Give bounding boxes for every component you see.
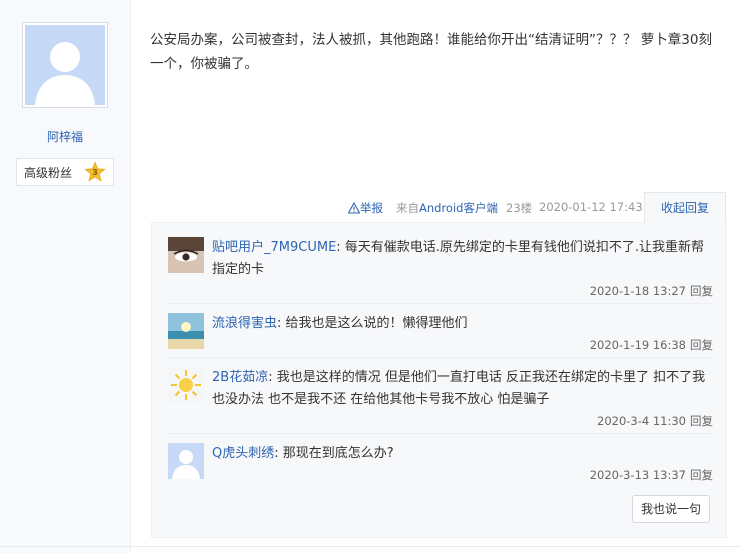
list-item: 流浪得害虫: 给我也是这么说的！懒得理他们 2020-1-19 16:38 回复: [168, 313, 713, 355]
photo-eye-avatar[interactable]: [168, 237, 204, 273]
reply-text: 流浪得害虫: 给我也是这么说的！懒得理他们: [212, 316, 468, 331]
add-reply-button[interactable]: 我也说一句: [632, 495, 710, 523]
divider: [168, 433, 713, 434]
default-user-icon: [25, 25, 105, 105]
reply-link[interactable]: 回复: [690, 414, 713, 428]
reply-time: 2020-1-18 13:27: [589, 284, 686, 298]
reply-time: 2020-1-19 16:38: [589, 338, 686, 352]
floor-number: 23楼: [506, 201, 533, 215]
sun-avatar[interactable]: [168, 367, 204, 403]
reply-content: 给我也是这么说的！懒得理他们: [285, 316, 468, 331]
reply-time: 2020-3-4 11:30: [597, 414, 686, 428]
default-avatar[interactable]: [168, 443, 204, 479]
list-item: 贴吧用户_7M9CUME: 每天有催款电话.原先绑定的卡里有钱他们说扣不了.让我…: [168, 237, 713, 307]
reply-text: Q虎头刺绣: 那现在到底怎么办?: [212, 446, 394, 461]
reply-text: 2B花茹凉: 我也是这样的情况 但是他们一直打电话 反正我还在绑定的卡里了 扣不…: [212, 370, 706, 407]
divider: [168, 357, 713, 358]
reply-link[interactable]: 回复: [690, 468, 713, 482]
list-item: Q虎头刺绣: 那现在到底怎么办? 2020-3-13 13:37 回复: [168, 443, 713, 485]
reply-content: 我也是这样的情况 但是他们一直打电话 反正我还在绑定的卡里了 扣不了我也没办法 …: [212, 370, 706, 407]
warning-icon: [347, 201, 361, 214]
fan-level-label: 高级粉丝: [24, 165, 73, 180]
report-label: 举报: [360, 201, 383, 215]
client-source: 来自Android客户端: [396, 200, 498, 216]
source-prefix: 来自: [396, 201, 419, 215]
reply-link[interactable]: 回复: [690, 338, 713, 352]
reply-username[interactable]: 2B花茹凉: [212, 370, 268, 385]
reply-meta: 2020-1-18 13:27 回复: [590, 283, 713, 299]
author-sidebar: 阿梓福 高级粉丝 3: [0, 0, 131, 553]
collapse-replies-button[interactable]: 收起回复: [644, 192, 726, 223]
post-tail: 举报 来自Android客户端 23楼 2020-01-12 17:43: [150, 198, 726, 216]
reply-username[interactable]: 贴吧用户_7M9CUME: [212, 240, 336, 255]
reply-meta: 2020-3-13 13:37 回复: [590, 467, 713, 483]
divider: [168, 303, 713, 304]
report-link[interactable]: 举报: [347, 200, 383, 216]
client-link[interactable]: Android客户端: [419, 201, 498, 215]
reply-username[interactable]: Q虎头刺绣: [212, 446, 274, 461]
fan-level-badge[interactable]: 高级粉丝 3: [16, 158, 114, 186]
divider: [0, 546, 741, 547]
fan-level-number: 3: [92, 167, 98, 177]
reply-panel: 贴吧用户_7M9CUME: 每天有催款电话.原先绑定的卡里有钱他们说扣不了.让我…: [151, 222, 727, 538]
reply-meta: 2020-1-19 16:38 回复: [590, 337, 713, 353]
reply-content: 那现在到底怎么办?: [282, 446, 394, 461]
reply-link[interactable]: 回复: [690, 284, 713, 298]
post-content: 公安局办案，公司被查封，法人被抓，其他跑路！谁能给你开出“结清证明”？？？ 萝卜…: [150, 32, 712, 72]
beach-avatar[interactable]: [168, 313, 204, 349]
reply-username[interactable]: 流浪得害虫: [212, 316, 277, 331]
reply-meta: 2020-3-4 11:30 回复: [597, 413, 713, 429]
star-icon: 3: [84, 161, 106, 182]
reply-time: 2020-3-13 13:37: [589, 468, 686, 482]
author-avatar[interactable]: [22, 22, 108, 108]
post-time: 2020-01-12 17:43: [539, 200, 643, 214]
reply-text: 贴吧用户_7M9CUME: 每天有催款电话.原先绑定的卡里有钱他们说扣不了.让我…: [212, 240, 705, 277]
list-item: 2B花茹凉: 我也是这样的情况 但是他们一直打电话 反正我还在绑定的卡里了 扣不…: [168, 367, 713, 437]
author-name[interactable]: 阿梓福: [0, 128, 130, 145]
